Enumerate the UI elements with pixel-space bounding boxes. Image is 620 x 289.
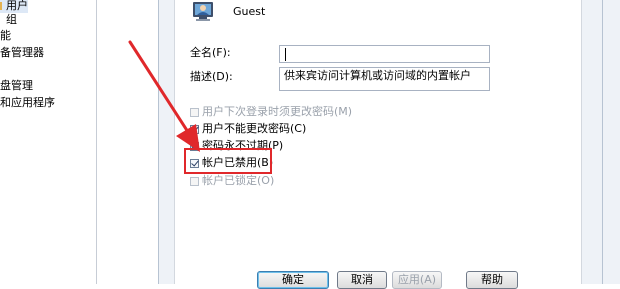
checkbox-label: 用户下次登录时须更改密码(M) — [202, 105, 353, 118]
cancel-button[interactable]: 取消 — [337, 271, 387, 289]
tree-item-groups[interactable]: 组 — [6, 13, 17, 27]
tree-item-device-manager[interactable]: 备管理器 — [0, 46, 44, 60]
apply-button[interactable]: 应用(A) — [392, 271, 442, 289]
tree-item-label: 用户 — [6, 0, 28, 12]
tree-item-services-apps[interactable]: 和应用程序 — [0, 96, 55, 110]
checkbox-must-change-password[interactable]: 用户下次登录时须更改密码(M) — [190, 105, 352, 119]
tree-item-label: 盘管理 — [0, 79, 33, 92]
tree-item-label: 组 — [6, 13, 17, 26]
ok-button[interactable]: 确定 — [257, 271, 329, 289]
checkbox-account-locked[interactable]: 帐户已锁定(O) — [190, 174, 274, 188]
tree-item-label: 备管理器 — [0, 46, 44, 59]
user-account-icon — [193, 2, 213, 21]
description-field[interactable]: 供来宾访问计算机或访问域的内置帐户 — [279, 67, 490, 91]
checkbox-label: 用户不能更改密码(C) — [202, 122, 307, 135]
help-button[interactable]: 帮助 — [466, 271, 518, 289]
text-caret — [285, 48, 286, 61]
tree-item-users[interactable]: 用户 — [0, 0, 28, 13]
red-arrow-icon — [128, 40, 200, 152]
tree-item-performance[interactable]: 能 — [0, 29, 11, 43]
window-border — [602, 0, 603, 284]
tree-item-label: 和应用程序 — [0, 96, 55, 109]
tree-item-label: 能 — [0, 29, 11, 42]
tree-panel: 用户 组 能 备管理器 盘管理 和应用程序 — [0, 0, 96, 284]
user-name: Guest — [233, 5, 266, 18]
checkbox-indicator — [190, 176, 199, 186]
tree-item-disk-management[interactable]: 盘管理 — [0, 79, 33, 93]
checkbox-label: 帐户已锁定(O) — [202, 174, 275, 187]
panel-divider — [96, 0, 97, 284]
fullname-field[interactable] — [279, 45, 490, 63]
folder-icon — [0, 2, 2, 10]
